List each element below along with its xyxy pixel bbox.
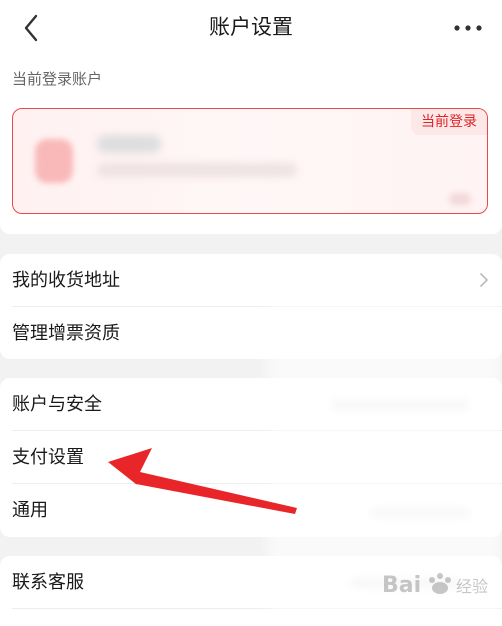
blurred-check-icon: [449, 193, 471, 205]
blurred-account-name: [97, 135, 161, 153]
page-title: 账户设置: [209, 15, 293, 39]
row-label: 通用: [12, 500, 48, 521]
current-account-card[interactable]: 当前登录: [12, 108, 488, 214]
more-horizontal-icon: [454, 25, 482, 31]
row-label: 我的收货地址: [12, 270, 120, 291]
baidu-watermark-logo: Bai 经验: [382, 573, 488, 598]
current-account-section: 当前登录账户 当前登录: [0, 56, 502, 234]
row-label: 账户与安全: [12, 394, 102, 415]
more-button[interactable]: [452, 12, 484, 44]
svg-text:经验: 经验: [456, 577, 488, 596]
blurred-account-info: [97, 163, 297, 177]
chevron-right-icon: [480, 273, 488, 287]
svg-text:Bai: Bai: [382, 573, 421, 598]
row-label: 管理增票资质: [12, 323, 120, 344]
current-login-badge: 当前登录: [411, 109, 487, 135]
row-label: 联系客服: [12, 572, 84, 593]
blurred-avatar: [35, 139, 73, 183]
app-header: 账户设置: [0, 0, 502, 56]
row-label: 支付设置: [12, 447, 84, 468]
section-label-current-account: 当前登录账户: [12, 70, 103, 88]
